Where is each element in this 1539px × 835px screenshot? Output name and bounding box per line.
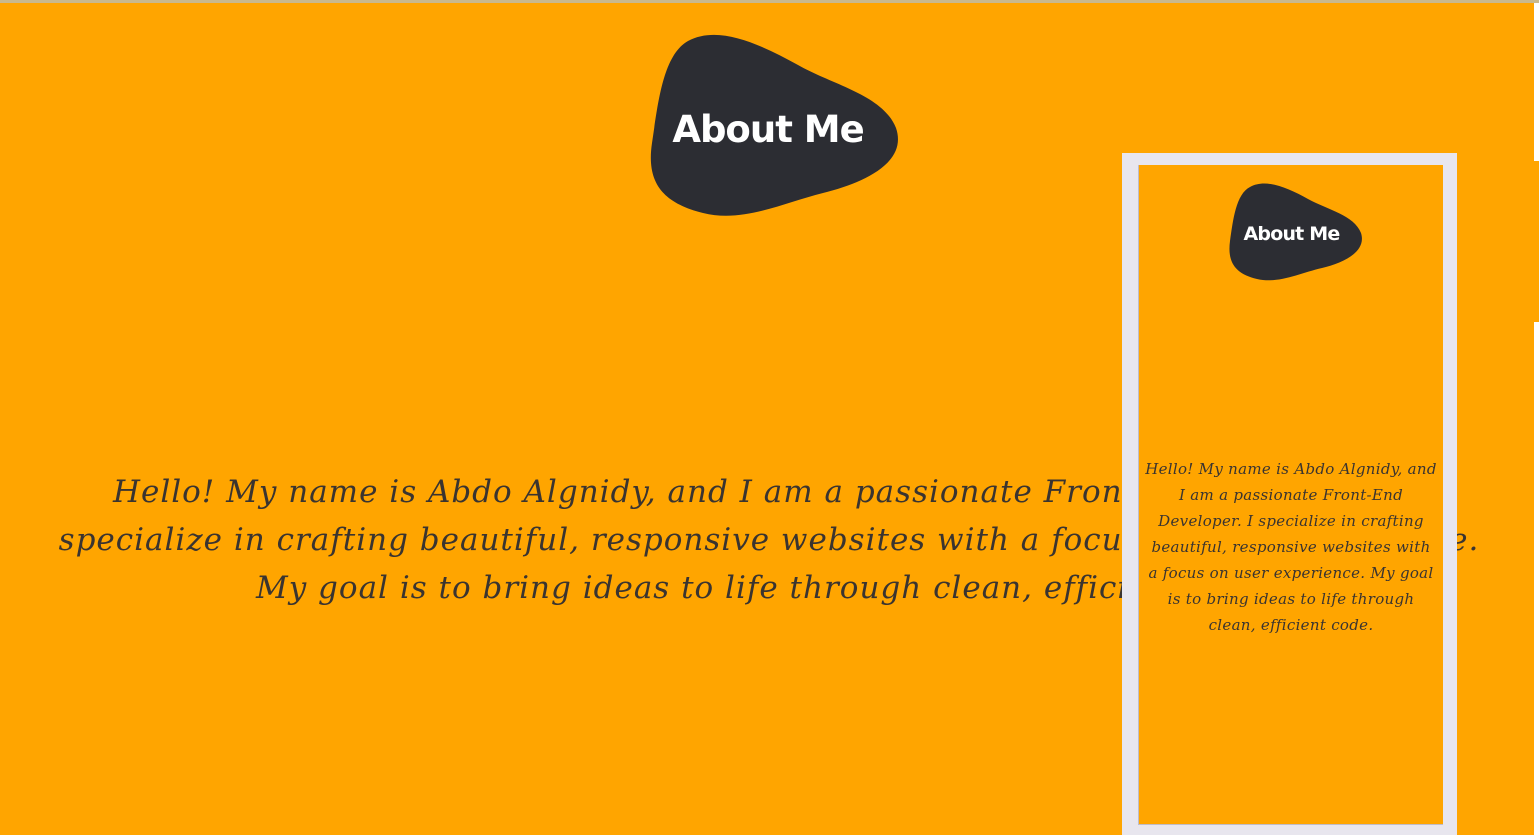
mobile-about-description: Hello! My name is Abdo Algnidy, and I am… (1145, 460, 1437, 634)
right-edge-strip-lower (1534, 322, 1539, 835)
page-title: About Me (672, 108, 864, 151)
mobile-page-title: About Me (1243, 223, 1341, 245)
right-edge-orange (1534, 161, 1539, 322)
mobile-preview-screen: About Me Hello! My name is Abdo Algnidy,… (1138, 165, 1443, 825)
about-page: About Me Hello! My name is Abdo Algnidy,… (0, 0, 1539, 835)
top-border (0, 0, 1539, 3)
right-edge-strip (1534, 3, 1539, 161)
